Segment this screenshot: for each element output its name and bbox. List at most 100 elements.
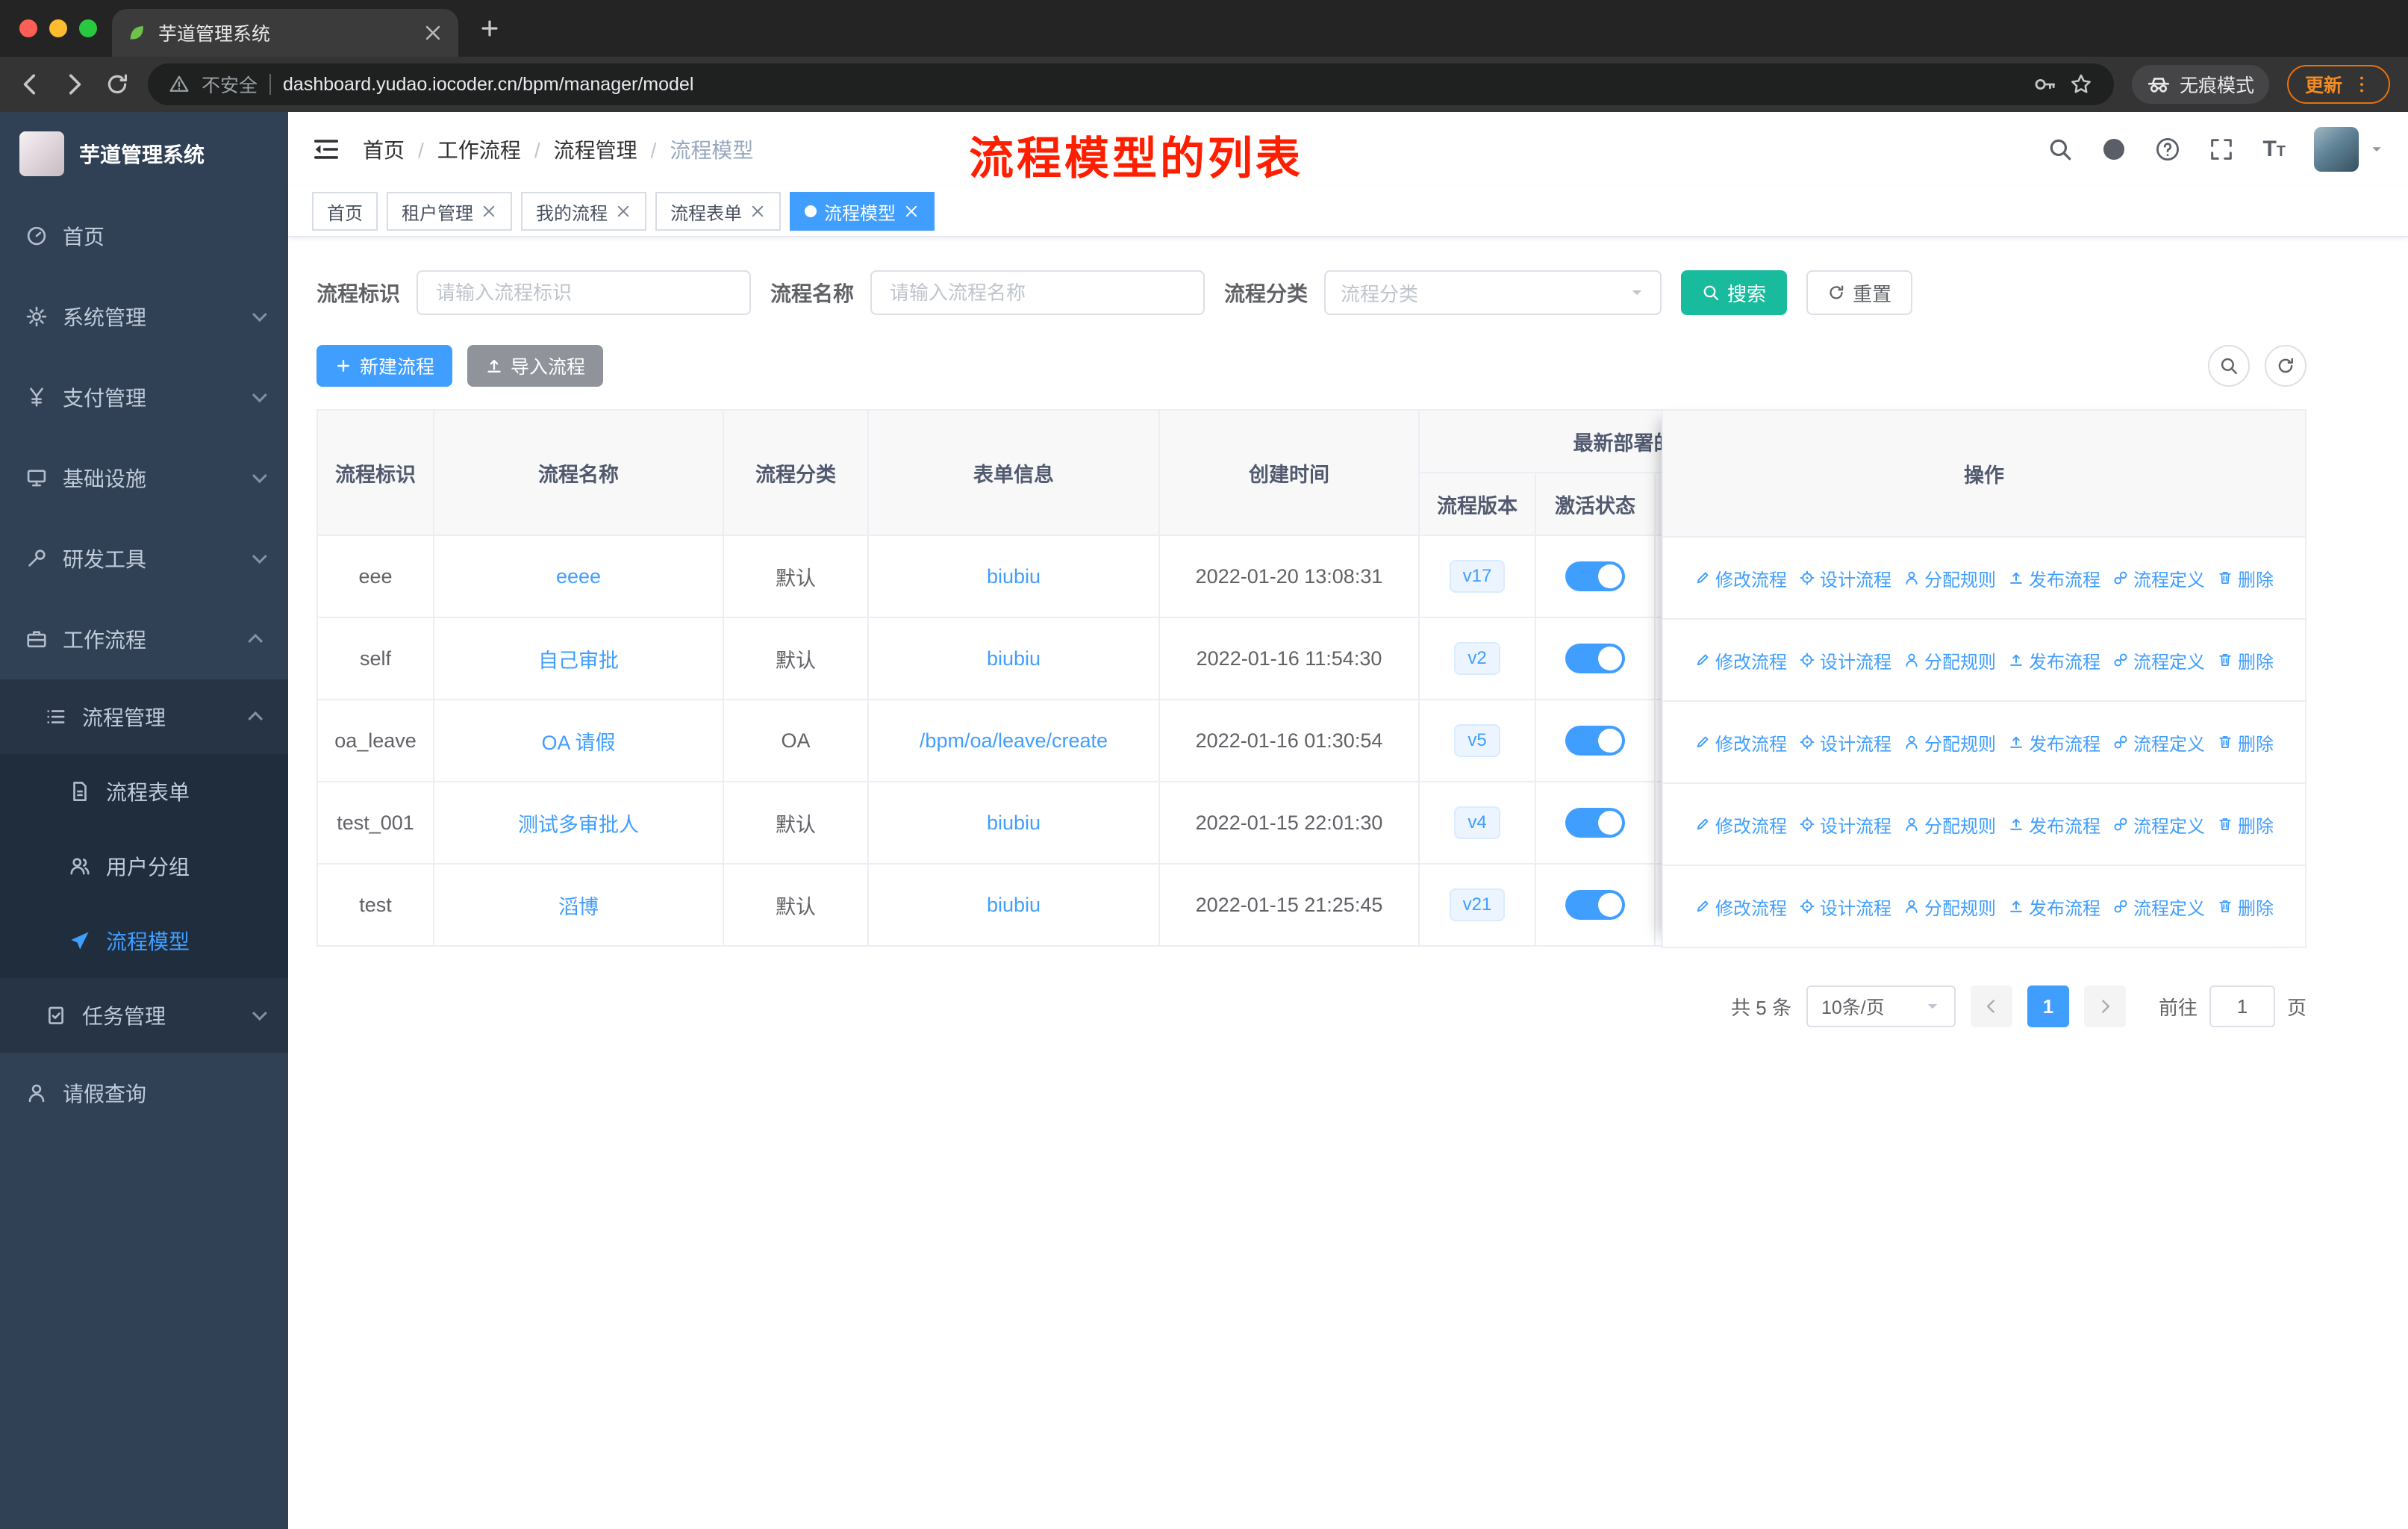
close-icon[interactable] [615, 203, 631, 219]
new-tab-button[interactable] [478, 16, 502, 40]
edit-process-link[interactable]: 修改流程 [1694, 647, 1787, 673]
design-process-link[interactable]: 设计流程 [1799, 894, 1891, 920]
tab-close-icon[interactable] [422, 22, 443, 43]
create-process-button[interactable]: 新建流程 [316, 345, 453, 387]
process-key-input[interactable] [417, 270, 752, 315]
font-size-icon[interactable]: TT [2262, 137, 2286, 162]
process-name-link[interactable]: 测试多审批人 [518, 814, 639, 836]
design-process-link[interactable]: 设计流程 [1799, 812, 1891, 838]
active-toggle[interactable] [1565, 644, 1625, 673]
publish-process-link[interactable]: 发布流程 [2008, 729, 2100, 756]
design-process-link[interactable]: 设计流程 [1799, 565, 1891, 591]
sidebar-item-home[interactable]: 首页 [0, 196, 288, 276]
sidebar-item-process-model[interactable]: 流程模型 [0, 903, 288, 978]
form-info-link[interactable]: biubiu [987, 812, 1041, 834]
publish-process-link[interactable]: 发布流程 [2008, 565, 2100, 591]
active-toggle[interactable] [1565, 890, 1625, 920]
toggle-search-button[interactable] [2208, 345, 2250, 387]
sidebar-item-process-form[interactable]: 流程表单 [0, 754, 288, 829]
process-definition-link[interactable]: 流程定义 [2112, 894, 2205, 920]
browser-update-button[interactable]: 更新 [2286, 65, 2390, 104]
help-icon[interactable] [2155, 137, 2180, 162]
current-page-button[interactable]: 1 [2027, 985, 2069, 1027]
sidebar-item-system[interactable]: 系统管理 [0, 276, 288, 357]
publish-process-link[interactable]: 发布流程 [2008, 894, 2100, 920]
reload-icon[interactable] [105, 72, 130, 97]
edit-process-link[interactable]: 修改流程 [1694, 729, 1787, 756]
process-definition-link[interactable]: 流程定义 [2112, 565, 2205, 591]
search-button[interactable]: 搜索 [1681, 270, 1788, 315]
publish-process-link[interactable]: 发布流程 [2008, 647, 2100, 673]
active-toggle[interactable] [1565, 726, 1625, 756]
minimize-window-button[interactable] [49, 19, 67, 37]
goto-page-input[interactable] [2209, 985, 2275, 1027]
next-page-button[interactable] [2083, 985, 2126, 1027]
delete-process-link[interactable]: 删除 [2217, 647, 2274, 673]
active-toggle[interactable] [1565, 561, 1625, 591]
design-process-link[interactable]: 设计流程 [1799, 729, 1891, 756]
sidebar-item-workflow[interactable]: 工作流程 [0, 599, 288, 679]
password-key-icon[interactable] [2033, 72, 2057, 96]
form-info-link[interactable]: biubiu [987, 565, 1041, 588]
form-info-link[interactable]: biubiu [987, 894, 1041, 916]
close-window-button[interactable] [19, 19, 37, 37]
edit-process-link[interactable]: 修改流程 [1694, 812, 1787, 838]
publish-process-link[interactable]: 发布流程 [2008, 812, 2100, 838]
browser-tab[interactable]: 芋道管理系统 [112, 9, 458, 57]
page-size-select[interactable]: 10条/页 [1806, 985, 1956, 1027]
sidebar-item-user-group[interactable]: 用户分组 [0, 829, 288, 903]
refresh-table-button[interactable] [2265, 345, 2306, 387]
edit-process-link[interactable]: 修改流程 [1694, 894, 1787, 920]
tag-tenant[interactable]: 租户管理 [387, 192, 512, 231]
sidebar-item-process-management[interactable]: 流程管理 [0, 679, 288, 754]
breadcrumb-home[interactable]: 首页 [363, 134, 424, 164]
process-name-link[interactable]: OA 请假 [541, 732, 615, 754]
sidebar-item-infra[interactable]: 基础设施 [0, 437, 288, 518]
forward-icon[interactable] [61, 72, 87, 97]
breadcrumb-workflow[interactable]: 工作流程 [437, 134, 540, 164]
assign-rule-link[interactable]: 分配规则 [1903, 812, 1996, 838]
import-process-button[interactable]: 导入流程 [467, 345, 604, 387]
table-scroll-area[interactable]: 流程标识 流程名称 流程分类 表单信息 创建时间 最新部署的流程定义 流程版本 [316, 409, 1662, 947]
close-icon[interactable] [903, 203, 920, 219]
bookmark-star-icon[interactable] [2069, 72, 2093, 96]
tag-my-process[interactable]: 我的流程 [521, 192, 646, 231]
browser-menu-icon[interactable] [2351, 74, 2372, 95]
process-category-select[interactable]: 流程分类 [1324, 270, 1662, 315]
breadcrumb-process-management[interactable]: 流程管理 [554, 134, 657, 164]
fullscreen-icon[interactable] [2209, 137, 2234, 162]
assign-rule-link[interactable]: 分配规则 [1903, 565, 1996, 591]
search-icon[interactable] [2047, 137, 2073, 162]
tag-process-form[interactable]: 流程表单 [655, 192, 781, 231]
close-icon[interactable] [749, 203, 766, 219]
process-name-link[interactable]: 自己审批 [538, 650, 619, 672]
design-process-link[interactable]: 设计流程 [1799, 647, 1891, 673]
github-icon[interactable] [2101, 137, 2127, 162]
delete-process-link[interactable]: 删除 [2217, 894, 2274, 920]
maximize-window-button[interactable] [79, 19, 97, 37]
sidebar-item-payment[interactable]: 支付管理 [0, 357, 288, 437]
address-bar[interactable]: 不安全 dashboard.yudao.iocoder.cn/bpm/manag… [148, 63, 2114, 105]
process-definition-link[interactable]: 流程定义 [2112, 812, 2205, 838]
active-toggle[interactable] [1565, 808, 1625, 838]
sidebar-item-task-management[interactable]: 任务管理 [0, 978, 288, 1053]
form-info-link[interactable]: biubiu [987, 647, 1041, 670]
edit-process-link[interactable]: 修改流程 [1694, 565, 1787, 591]
delete-process-link[interactable]: 删除 [2217, 729, 2274, 756]
user-avatar[interactable] [2314, 127, 2359, 172]
sidebar-fold-icon[interactable] [312, 135, 340, 164]
tag-process-model-active[interactable]: 流程模型 [790, 192, 935, 231]
process-name-input[interactable] [870, 270, 1205, 315]
process-definition-link[interactable]: 流程定义 [2112, 729, 2205, 756]
assign-rule-link[interactable]: 分配规则 [1903, 647, 1996, 673]
form-info-link[interactable]: /bpm/oa/leave/create [920, 729, 1108, 752]
process-name-link[interactable]: eeee [556, 565, 601, 588]
tag-home[interactable]: 首页 [312, 192, 378, 231]
prev-page-button[interactable] [1970, 985, 2012, 1027]
assign-rule-link[interactable]: 分配规则 [1903, 729, 1996, 756]
delete-process-link[interactable]: 删除 [2217, 812, 2274, 838]
process-name-link[interactable]: 滔博 [558, 896, 599, 918]
reset-button[interactable]: 重置 [1806, 270, 1913, 315]
assign-rule-link[interactable]: 分配规则 [1903, 894, 1996, 920]
delete-process-link[interactable]: 删除 [2217, 565, 2274, 591]
